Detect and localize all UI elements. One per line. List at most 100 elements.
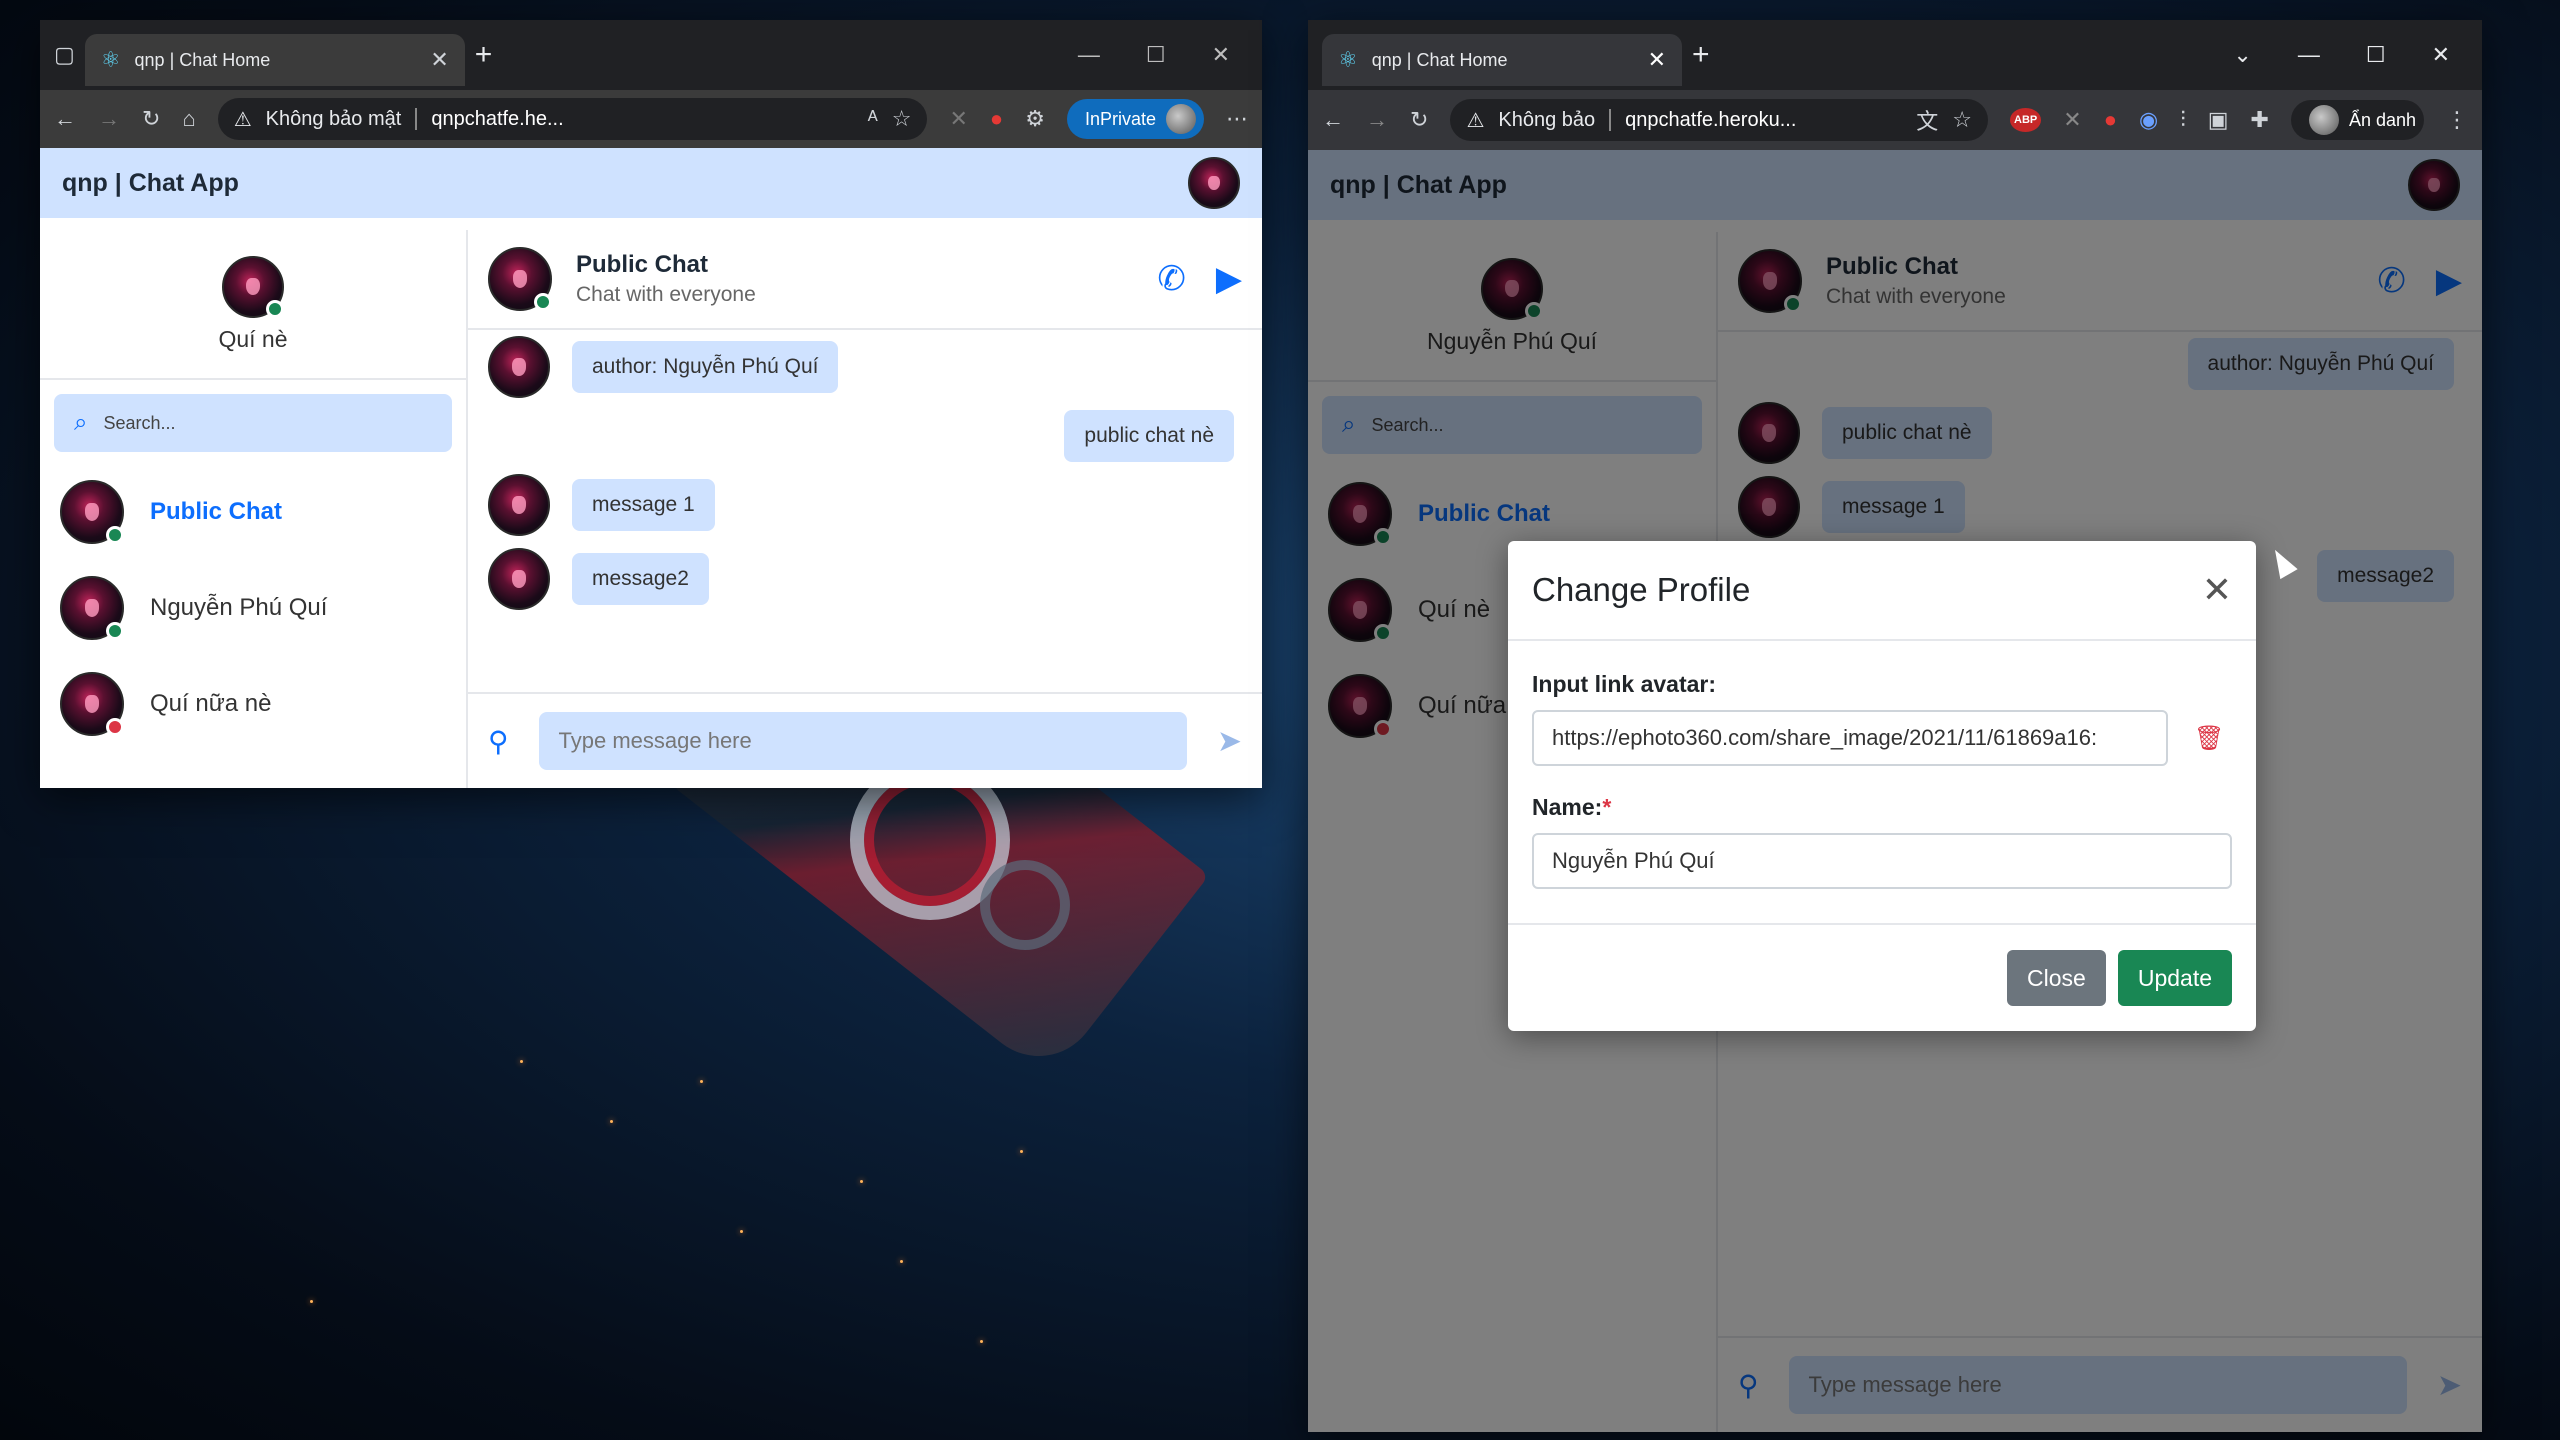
back-icon[interactable]: ← <box>1322 107 1344 133</box>
extension-red-icon[interactable]: ● <box>2104 107 2117 133</box>
forward-icon[interactable]: → <box>1366 107 1388 133</box>
close-tab-icon[interactable]: ✕ <box>430 47 448 73</box>
maximize-icon[interactable]: ☐ <box>1146 42 1166 68</box>
reload-icon[interactable]: ↻ <box>142 106 160 132</box>
new-tab-button[interactable]: + <box>1692 38 1710 72</box>
security-label: Không bảo mật <box>265 107 402 130</box>
header-avatar[interactable] <box>1188 157 1240 209</box>
minimize-icon[interactable]: — <box>1078 42 1100 68</box>
extension-red-icon[interactable]: ● <box>990 106 1003 132</box>
incognito-label: Ẩn danh <box>2348 109 2416 130</box>
update-button[interactable]: Update <box>2117 950 2232 1006</box>
url-text: qnpchatfe.he... <box>431 107 564 130</box>
edge-window: ▢ ⚛ qnp | Chat Home ✕ + — ☐ ✕ ← → ↻ ⌂ ⚠ … <box>40 20 1262 788</box>
contact-avatar <box>60 480 124 544</box>
home-icon[interactable]: ⌂ <box>182 106 195 132</box>
read-aloud-icon[interactable]: ᴬ <box>868 106 878 132</box>
sidebar: Quí nè ⌕ Search... Public Chat Nguyễn Ph… <box>40 230 468 788</box>
chrome-tab[interactable]: ⚛ qnp | Chat Home ✕ <box>1322 34 1682 86</box>
minimize-icon[interactable]: — <box>2298 42 2320 68</box>
video-camera-icon[interactable]: ▶ <box>1216 259 1242 299</box>
maximize-icon[interactable]: ☐ <box>2366 42 2386 68</box>
reload-icon[interactable]: ↻ <box>1410 107 1428 133</box>
bookmark-star-icon[interactable]: ☆ <box>1952 107 1972 133</box>
new-tab-button[interactable]: + <box>475 38 493 72</box>
extensions-icon[interactable]: ⚙ <box>1025 106 1045 132</box>
chat-avatar <box>488 247 552 311</box>
current-user-name: Quí nè <box>218 325 288 352</box>
send-icon[interactable]: ➤ <box>1217 724 1242 759</box>
contact-avatar <box>60 576 124 640</box>
extension-x-icon[interactable]: ✕ <box>2063 107 2081 133</box>
omnibox[interactable]: ⚠ Không bảo mật qnpchatfe.he... ᴬ ☆ <box>217 98 928 140</box>
current-user-avatar[interactable] <box>222 255 284 318</box>
app-title: qnp | Chat App <box>62 168 239 197</box>
url-text: qnpchatfe.heroku... <box>1625 108 1797 131</box>
avatar-link-label: Input link avatar: <box>1532 671 1717 697</box>
contact-avatar <box>60 672 124 736</box>
tab-search-icon[interactable]: ⌄ <box>2233 42 2251 68</box>
omnibox[interactable]: ⚠ Không bảo qnpchatfe.heroku... 文 ☆ <box>1450 99 1989 141</box>
chat-subtitle: Chat with everyone <box>576 283 756 306</box>
extension-bars-icon[interactable]: ⫶ <box>2180 107 2186 133</box>
message-avatar <box>488 336 550 398</box>
inprivate-label: InPrivate <box>1084 108 1156 129</box>
message-bubble: public chat nè <box>1064 410 1234 462</box>
more-menu-icon[interactable]: ⋯ <box>1226 106 1248 132</box>
adblock-icon[interactable]: ABP <box>2010 108 2042 132</box>
favorite-icon[interactable]: ☆ <box>892 106 912 132</box>
profile-avatar <box>1166 104 1196 134</box>
trash-icon[interactable]: 🗑 <box>2194 724 2224 753</box>
back-icon[interactable]: ← <box>54 106 76 132</box>
close-icon[interactable]: ✕ <box>2202 569 2232 611</box>
react-favicon-icon: ⚛ <box>1338 47 1358 72</box>
search-input[interactable]: ⌕ Search... <box>54 394 452 452</box>
message-row: message2 <box>488 548 1234 610</box>
tab-title: qnp | Chat Home <box>1371 49 1508 70</box>
more-menu-icon[interactable]: ⋮ <box>2446 107 2468 133</box>
contact-item[interactable]: Nguyễn Phú Quí <box>40 560 466 656</box>
translate-icon[interactable]: 文 <box>1916 104 1938 136</box>
warning-icon: ⚠ <box>233 108 252 131</box>
chrome-tab-bar: ⚛ qnp | Chat Home ✕ + ⌄ — ☐ ✕ <box>1308 20 2482 90</box>
app-body: Quí nè ⌕ Search... Public Chat Nguyễn Ph… <box>40 230 1262 788</box>
name-input[interactable]: Nguyễn Phú Quí <box>1532 833 2232 889</box>
chat-app: qnp | Chat App Quí nè ⌕ Search... Public… <box>40 148 1262 788</box>
message-row: author: Nguyễn Phú Quí <box>488 336 1234 398</box>
contact-name: Quí nữa nè <box>150 690 272 717</box>
close-tab-icon[interactable]: ✕ <box>1648 47 1666 73</box>
search-icon: ⌕ <box>74 409 88 436</box>
edge-address-bar: ← → ↻ ⌂ ⚠ Không bảo mật qnpchatfe.he... … <box>40 90 1262 148</box>
extension-x-icon[interactable]: ✕ <box>949 106 967 132</box>
contact-name: Public Chat <box>150 498 283 525</box>
warning-icon: ⚠ <box>1466 109 1485 132</box>
inprivate-badge[interactable]: InPrivate <box>1066 99 1204 139</box>
wallpaper-mech-wheel <box>980 860 1070 950</box>
edge-tab[interactable]: ⚛ qnp | Chat Home ✕ <box>84 34 465 86</box>
close-button[interactable]: Close <box>2007 950 2106 1006</box>
tab-actions-icon[interactable]: ▢ <box>54 42 75 68</box>
close-window-icon[interactable]: ✕ <box>1212 42 1230 68</box>
window-controls: ⌄ — ☐ ✕ <box>2233 42 2468 68</box>
incognito-badge[interactable]: Ẩn danh <box>2290 100 2424 140</box>
message-row: message 1 <box>488 474 1234 536</box>
extensions-puzzle-icon[interactable]: ✚ <box>2251 107 2269 133</box>
contact-item[interactable]: Quí nữa nè <box>40 656 466 752</box>
phone-icon[interactable]: ✆ <box>1157 259 1186 299</box>
message-input[interactable]: Type message here <box>538 712 1187 770</box>
omnibox-separator <box>1609 109 1612 131</box>
name-label-text: Name: <box>1532 794 1603 820</box>
forward-icon[interactable]: → <box>98 106 120 132</box>
attach-icon[interactable]: ⚲ <box>488 725 509 758</box>
modal-footer: Close Update <box>1508 923 2256 1031</box>
extension-screen-icon[interactable]: ▣ <box>2208 107 2229 133</box>
window-controls: — ☐ ✕ <box>1078 42 1248 68</box>
modal-title: Change Profile <box>1532 571 1751 608</box>
name-label: Name:* <box>1532 794 2232 821</box>
extension-search-icon[interactable]: ◉ <box>2139 107 2158 133</box>
close-window-icon[interactable]: ✕ <box>2432 42 2450 68</box>
app-header: qnp | Chat App <box>40 148 1262 218</box>
avatar-link-input[interactable]: https://ephoto360.com/share_image/2021/1… <box>1532 710 2168 766</box>
contact-item[interactable]: Public Chat <box>40 464 466 560</box>
avatar-link-value: https://ephoto360.com/share_image/2021/1… <box>1552 725 2098 750</box>
